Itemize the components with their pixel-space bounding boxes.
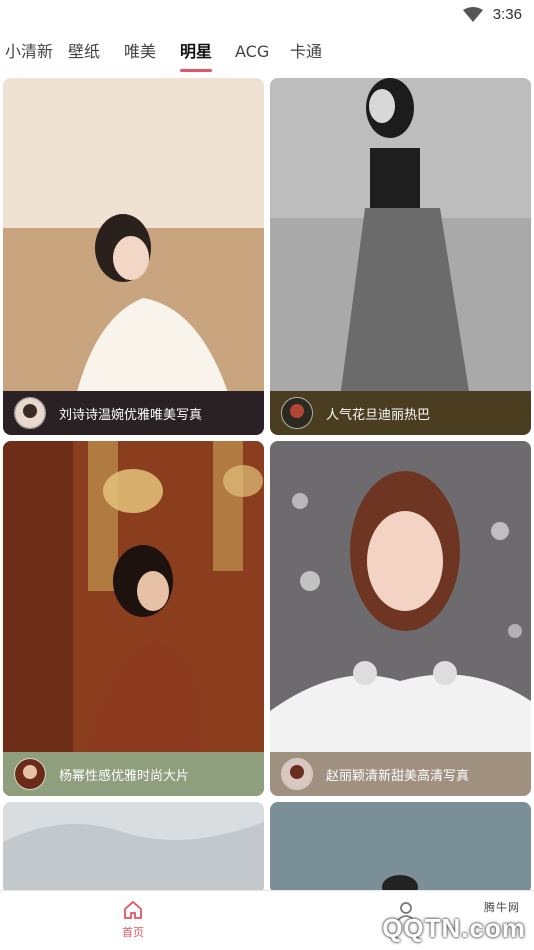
category-tabs: 小清新 壁纸 唯美 明星 ACG 卡通 (0, 30, 534, 74)
watermark-text: QQTN.com (382, 913, 526, 943)
card-caption: 杨幂性感优雅时尚大片 (3, 752, 264, 796)
card-caption: 赵丽颖清新甜美高清写真 (270, 752, 531, 796)
watermark-logo: 腾牛网 QQTN.com (382, 902, 526, 944)
nav-home[interactable]: 首页 (107, 899, 159, 940)
tab-label: 卡通 (290, 42, 323, 61)
avatar (281, 758, 313, 790)
avatar (14, 397, 46, 429)
card-caption: 人气花旦迪丽热巴 (270, 391, 531, 435)
photo-card[interactable]: 杨幂性感优雅时尚大片 (3, 441, 264, 796)
card-photo (270, 441, 531, 796)
avatar (281, 397, 313, 429)
status-time: 3:36 (492, 5, 522, 23)
card-title: 杨幂性感优雅时尚大片 (59, 768, 190, 784)
avatar (14, 758, 46, 790)
tab-acg[interactable]: ACG (235, 32, 269, 72)
card-photo (3, 78, 264, 435)
photo-card[interactable] (270, 802, 531, 894)
tab-label: 壁纸 (68, 42, 101, 61)
status-bar: 3:36 (0, 0, 534, 28)
tab-stars[interactable]: 明星 (180, 32, 213, 72)
nav-home-label: 首页 (122, 926, 144, 939)
photo-card[interactable]: 人气花旦迪丽热巴 (270, 78, 531, 435)
tab-label: 唯美 (124, 42, 157, 61)
tab-label: ACG (235, 42, 270, 61)
card-photo (3, 441, 264, 796)
tab-cartoon[interactable]: 卡通 (290, 32, 322, 72)
home-icon (124, 900, 142, 919)
bottom-navigation: 首页 腾牛网 QQTN.com (0, 890, 534, 950)
card-caption: 刘诗诗温婉优雅唯美写真 (3, 391, 264, 435)
card-title: 赵丽颖清新甜美高清写真 (326, 768, 470, 784)
tab-xiaoqingxin[interactable]: 小清新 (5, 32, 53, 72)
tab-weimei[interactable]: 唯美 (124, 32, 156, 72)
active-tab-indicator (180, 69, 213, 72)
tab-wallpaper[interactable]: 壁纸 (68, 32, 100, 72)
wifi-icon (462, 6, 483, 22)
card-photo (270, 802, 531, 894)
card-title: 人气花旦迪丽热巴 (326, 407, 431, 423)
card-photo (270, 78, 531, 435)
tab-label: 明星 (180, 42, 213, 61)
tab-label: 小清新 (5, 42, 54, 61)
card-title: 刘诗诗温婉优雅唯美写真 (59, 407, 203, 423)
card-photo (3, 802, 264, 894)
photo-card[interactable]: 赵丽颖清新甜美高清写真 (270, 441, 531, 796)
photo-card[interactable] (3, 802, 264, 894)
watermark-sub: 腾牛网 (484, 902, 520, 914)
photo-card[interactable]: 刘诗诗温婉优雅唯美写真 (3, 78, 264, 435)
